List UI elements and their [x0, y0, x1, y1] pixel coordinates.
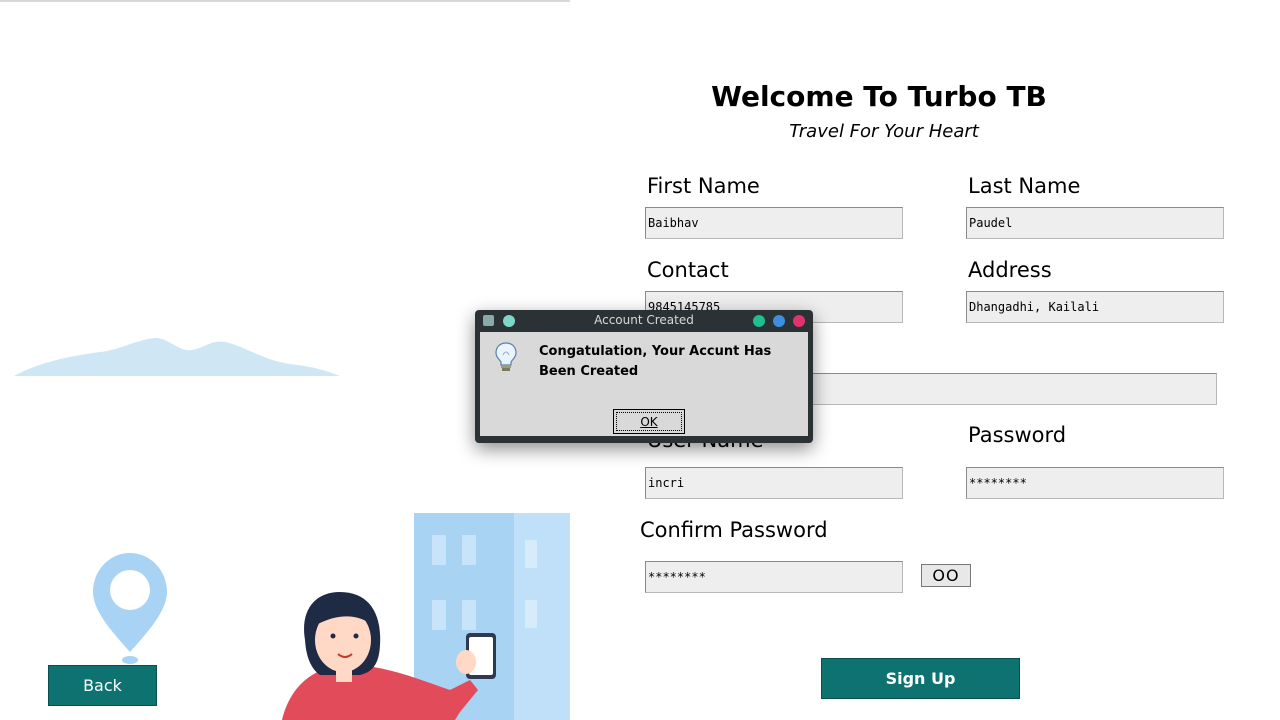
first-name-field[interactable]: Baibhav [645, 207, 903, 239]
last-name-label: Last Name [968, 174, 1081, 198]
location-pin-icon [93, 553, 167, 664]
page-subtitle: Travel For Your Heart [789, 121, 979, 142]
dialog-body: Congatulation, Your Accunt Has Been Crea… [480, 332, 808, 436]
last-name-field[interactable]: Paudel [966, 207, 1224, 239]
show-password-button[interactable]: OO [921, 564, 971, 587]
sign-up-button[interactable]: Sign Up [821, 658, 1020, 699]
minimize-icon[interactable] [753, 315, 765, 327]
mountain-shape [14, 338, 340, 376]
back-button[interactable]: Back [48, 665, 157, 706]
password-field[interactable]: ******** [966, 467, 1224, 499]
confirm-password-label: Confirm Password [640, 518, 828, 542]
dialog-message: Congatulation, Your Accunt Has Been Crea… [539, 344, 772, 379]
maximize-icon[interactable] [773, 315, 785, 327]
account-created-dialog: Account Created Congatulation, Your Accu… [475, 310, 813, 443]
lightbulb-icon [495, 342, 517, 371]
dialog-titlebar[interactable]: Account Created [475, 310, 813, 332]
address-label: Address [968, 258, 1052, 282]
ok-button[interactable]: OK [613, 409, 685, 434]
address-field[interactable]: Dhangadhi, Kailali [966, 291, 1224, 323]
password-label: Password [968, 423, 1067, 447]
close-icon[interactable] [793, 315, 805, 327]
first-name-label: First Name [647, 174, 760, 198]
confirm-password-field[interactable]: ******** [645, 561, 903, 593]
page-title: Welcome To Turbo TB [711, 80, 1047, 113]
contact-label: Contact [647, 258, 729, 282]
username-field[interactable]: incri [645, 467, 903, 499]
